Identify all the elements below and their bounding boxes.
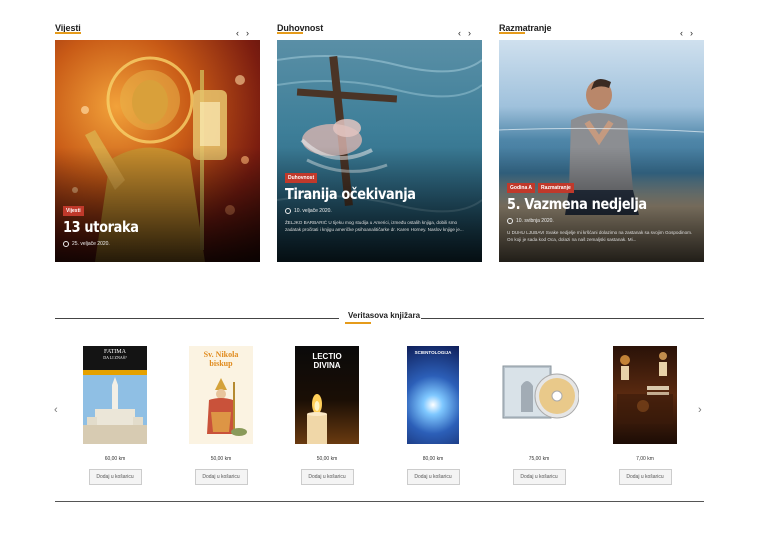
carousel-next-icon[interactable]: › (698, 404, 702, 416)
product-card: SCIENTOLOGIJA 80,00 km Dodaj u košaricu (393, 346, 473, 485)
add-to-cart-button[interactable]: Dodaj u košaricu (618, 469, 672, 485)
add-to-cart-button[interactable]: Dodaj u košaricu (300, 469, 354, 485)
category-badges: Duhovnost (285, 173, 318, 183)
product-price: 50,00 km (210, 456, 232, 462)
candle-illustration (307, 394, 327, 444)
product-price: 50,00 km (316, 456, 338, 462)
product-price: 7,00 km (636, 456, 654, 462)
product-price: 60,00 km (104, 456, 126, 462)
add-to-cart-button[interactable]: Dodaj u košaricu (406, 469, 460, 485)
prev-arrow-icon[interactable]: ‹ (458, 28, 468, 38)
product-cover-image[interactable] (613, 346, 677, 444)
product-price: 75,00 km (528, 456, 550, 462)
title-underline (55, 32, 81, 34)
product-cover-image[interactable]: LECTIO DIVINA (295, 346, 359, 444)
category-badges: Vijesti (63, 206, 84, 216)
cd-case-illustration (502, 365, 579, 419)
product-cover-image[interactable]: SCIENTOLOGIJA (407, 346, 459, 444)
post-date-text: 10. veljače 2020. (294, 208, 332, 214)
clock-icon (63, 241, 69, 247)
bishop-illustration (207, 378, 247, 436)
post-date-text: 10. svibnja 2020. (516, 218, 554, 224)
post-title[interactable]: Tiranija očekivanja (285, 185, 416, 203)
column-header: Razmatranje ‹› (499, 18, 704, 40)
category-badges: Godina A Razmatranje (507, 183, 574, 193)
post-date: 10. svibnja 2020. (507, 218, 554, 224)
clock-icon (507, 218, 513, 224)
add-to-cart-button[interactable]: Dodaj u košaricu (194, 469, 248, 485)
post-excerpt: ŽELJKO BARBARIĆ U tijeku mog studija u A… (285, 220, 464, 232)
add-to-cart-button[interactable]: Dodaj u košaricu (88, 469, 142, 485)
product-price: 80,00 km (422, 456, 444, 462)
news-column-vijesti: Vijesti ‹› Vijesti 13 utoraka 25. veljač… (55, 18, 260, 262)
cover-title: Sv. Nikola (203, 350, 239, 359)
category-badge[interactable]: Duhovnost (285, 173, 318, 183)
product-card: LECTIO DIVINA 50,00 km Dodaj u košaricu (287, 346, 367, 485)
add-to-cart-button[interactable]: Dodaj u košaricu (512, 469, 566, 485)
next-arrow-icon[interactable]: › (246, 28, 256, 38)
product-card: 7,00 km Dodaj u košaricu (605, 346, 685, 485)
news-column-razmatranje: Razmatranje ‹› Godina A Razmatranje 5. V… (499, 18, 704, 262)
section-bottom-divider (55, 501, 704, 502)
post-date: 10. veljače 2020. (285, 208, 332, 214)
card-gradient (277, 147, 482, 262)
cover-title: SCIENTOLOGIJA (414, 350, 452, 355)
carousel-nav: ‹› (236, 28, 256, 38)
post-title[interactable]: 5. Vazmena nedjelja (507, 195, 647, 213)
carousel-nav: ‹› (458, 28, 478, 38)
clock-icon (285, 208, 291, 214)
title-underline (345, 322, 371, 324)
prev-arrow-icon[interactable]: ‹ (680, 28, 690, 38)
product-cover-image[interactable]: Sv. Nikola biskup (189, 346, 253, 444)
prev-arrow-icon[interactable]: ‹ (236, 28, 246, 38)
column-header: Vijesti ‹› (55, 18, 260, 40)
product-card: 75,00 km Dodaj u košaricu (499, 346, 579, 485)
product-card: Sv. Nikola biskup 50,00 km Dodaj u košar… (181, 346, 261, 485)
post-card[interactable]: Vijesti 13 utoraka 25. veljače 2020. (55, 40, 260, 262)
cover-subtitle: DA LI ZNAŠ? (103, 355, 127, 360)
carousel-prev-icon[interactable]: ‹ (54, 404, 58, 416)
next-arrow-icon[interactable]: › (468, 28, 478, 38)
category-badge[interactable]: Razmatranje (538, 183, 574, 193)
title-underline (277, 32, 303, 34)
post-date-text: 25. veljače 2020. (72, 241, 110, 247)
carousel-nav: ‹› (680, 28, 700, 38)
post-date: 25. veljače 2020. (63, 241, 110, 247)
category-badge[interactable]: Vijesti (63, 206, 84, 216)
section-divider-left (55, 318, 339, 319)
bookstore-title[interactable]: Veritasova knjižara (340, 311, 428, 320)
candles-illustration (617, 352, 673, 424)
product-card: FATIMA DA LI ZNAŠ? 60,00 km Dodaj u koša… (75, 346, 155, 485)
cover-title: LECTIO (312, 352, 342, 361)
post-card[interactable]: Duhovnost Tiranija očekivanja 10. veljač… (277, 40, 482, 262)
title-underline (499, 32, 525, 34)
product-cover-image[interactable]: FATIMA DA LI ZNAŠ? (83, 346, 147, 444)
post-title[interactable]: 13 utoraka (63, 218, 139, 236)
product-cover-image[interactable] (499, 346, 579, 444)
basilica-illustration (83, 375, 147, 444)
column-header: Duhovnost ‹› (277, 18, 482, 40)
category-badge[interactable]: Godina A (507, 183, 536, 193)
next-arrow-icon[interactable]: › (690, 28, 700, 38)
post-card[interactable]: Godina A Razmatranje 5. Vazmena nedjelja… (499, 40, 704, 262)
post-excerpt: U DUHU LJUBAVI Svake nedjelje mi kršćani… (507, 230, 693, 242)
cover-subtitle: DIVINA (313, 361, 341, 370)
news-column-duhovnost: Duhovnost ‹› Duhovnost Tiranija očekivan… (277, 18, 482, 262)
section-divider-right (421, 318, 704, 319)
cover-subtitle: biskup (209, 359, 233, 368)
